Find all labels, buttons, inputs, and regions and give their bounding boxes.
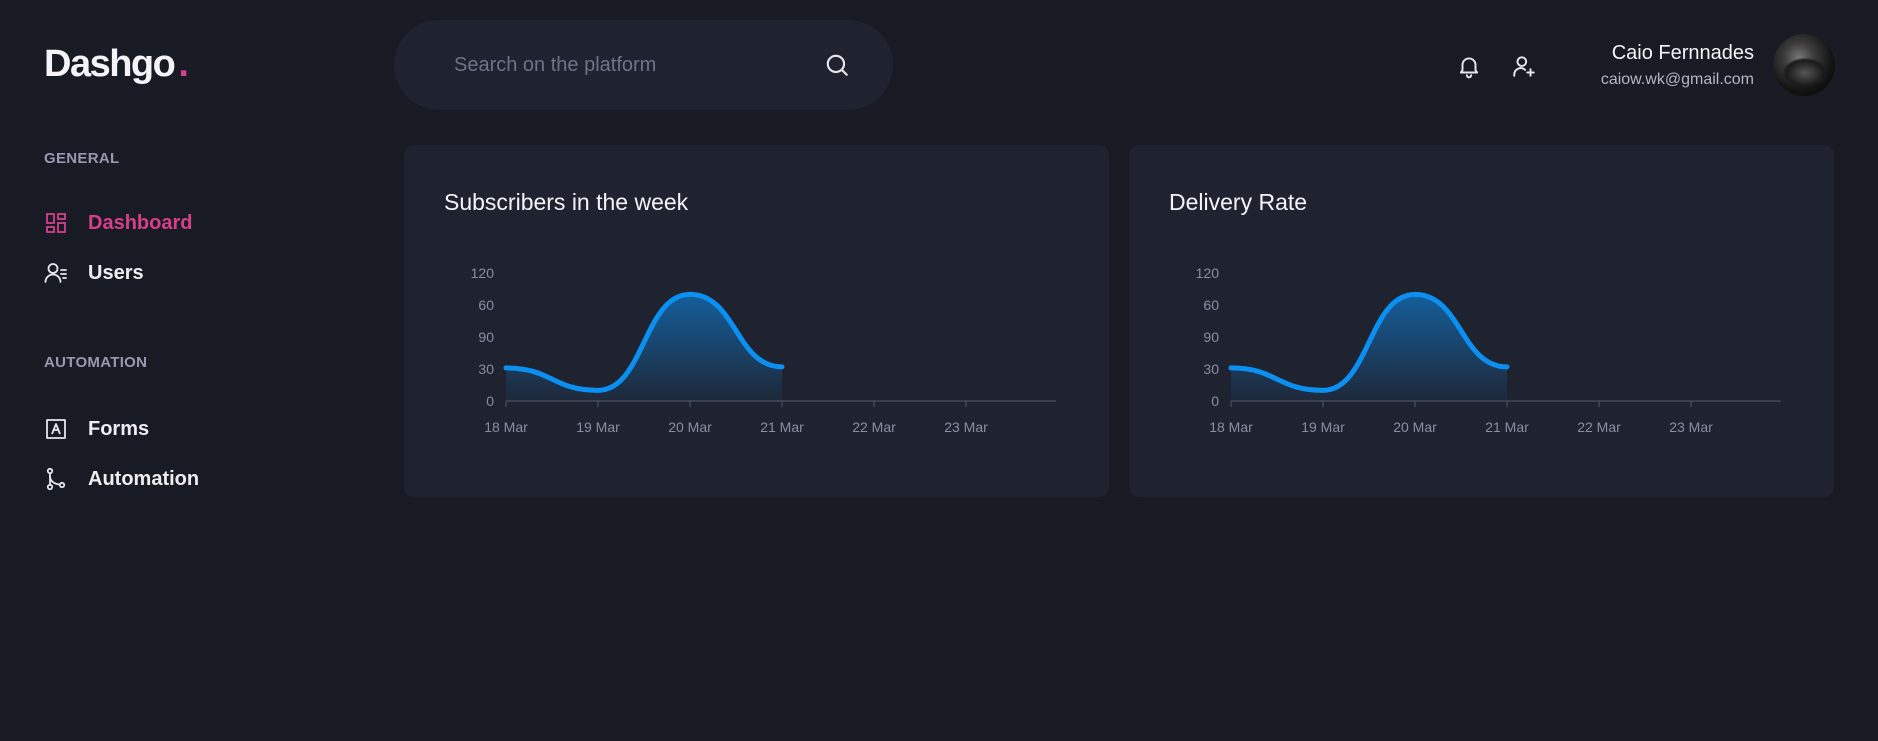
sidebar-item-forms[interactable]: Forms: [44, 413, 149, 445]
nav-section-automation: AUTOMATION: [44, 354, 148, 371]
user-plus-icon[interactable]: [1511, 53, 1537, 79]
sidebar-item-label: Automation: [88, 467, 200, 490]
y-tick-label: 30: [478, 361, 494, 377]
sidebar-item-label: Forms: [88, 417, 150, 440]
y-tick-label: 60: [478, 297, 494, 313]
y-tick-label: 90: [478, 329, 494, 345]
sidebar-item-label: Users: [88, 261, 144, 284]
search-icon[interactable]: [824, 52, 850, 78]
x-tick-label: 21 Mar: [760, 419, 804, 435]
users-icon: [44, 263, 67, 283]
git-branch-icon: [46, 467, 66, 491]
x-tick-label: 20 Mar: [1393, 419, 1437, 435]
dashboard-icon: [46, 213, 66, 233]
y-tick-label: 120: [1196, 265, 1220, 281]
user-name: Caio Fernnades: [1611, 42, 1754, 64]
x-tick-label: 21 Mar: [1485, 419, 1529, 435]
y-tick-label: 0: [486, 393, 494, 409]
x-tick-label: 22 Mar: [1577, 419, 1621, 435]
search-input[interactable]: [454, 20, 814, 110]
subscribers-chart: 0 30 90 60 120 18 Mar 19 Mar 20 Mar 21 Mar 22 Mar…: [471, 265, 1056, 435]
bell-icon[interactable]: [1456, 53, 1482, 79]
y-tick-label: 90: [1203, 329, 1219, 345]
sidebar-item-automation[interactable]: Automation: [44, 463, 199, 495]
x-tick-label: 19 Mar: [1301, 419, 1345, 435]
brand-name: Dashgo: [44, 43, 176, 85]
y-tick-label: 0: [1211, 393, 1219, 409]
nav-section-general: GENERAL: [44, 150, 120, 167]
chart-card-subscribers: Subscribers in the week 0 30 90 60 120 18 Mar…: [404, 145, 1109, 497]
brand-dot: .: [178, 43, 189, 85]
avatar[interactable]: [1773, 34, 1835, 96]
x-tick-label: 19 Mar: [576, 419, 620, 435]
forms-icon: [46, 419, 66, 439]
x-tick-label: 20 Mar: [668, 419, 712, 435]
sidebar-item-users[interactable]: Users: [44, 257, 144, 289]
brand-logo[interactable]: Dashgo.: [44, 43, 189, 86]
sidebar-item-label: Dashboard: [88, 211, 193, 234]
x-tick-label: 23 Mar: [1669, 419, 1713, 435]
delivery-rate-chart: 0 30 90 60 120 18 Mar 19 Mar 20 Mar 21 Mar 22 Mar…: [1196, 265, 1781, 435]
y-tick-label: 120: [471, 265, 495, 281]
x-tick-label: 22 Mar: [852, 419, 896, 435]
x-tick-label: 23 Mar: [944, 419, 988, 435]
y-tick-label: 60: [1203, 297, 1219, 313]
x-tick-label: 18 Mar: [1209, 419, 1253, 435]
chart-card-delivery-rate: Delivery Rate 0 30 90 60 120 18 Mar 19 Mar 20 M…: [1129, 145, 1834, 497]
x-tick-label: 18 Mar: [484, 419, 528, 435]
sidebar-item-dashboard[interactable]: Dashboard: [44, 207, 192, 239]
y-tick-label: 30: [1203, 361, 1219, 377]
user-email: caiow.wk@gmail.com: [1600, 71, 1754, 88]
search-bar: [394, 20, 893, 110]
